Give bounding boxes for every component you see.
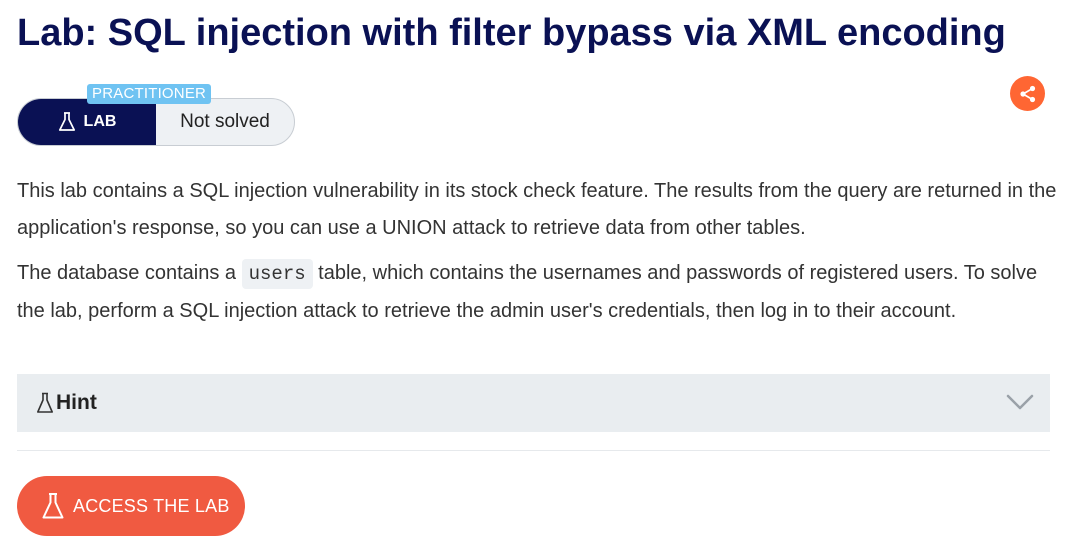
description-paragraph-1: This lab contains a SQL injection vulner… [17,180,1057,239]
description-text-before: The database contains a [17,262,242,284]
hint-accordion[interactable]: Hint [17,374,1050,432]
code-snippet: users [241,259,313,289]
page-title: Lab: SQL injection with filter bypass vi… [17,12,1006,54]
flask-icon [41,492,65,520]
difficulty-badge: PRACTITIONER [87,84,212,104]
share-button[interactable] [1010,76,1045,111]
lab-status-pill: LAB Not solved [17,98,295,146]
lab-label-segment: LAB [18,99,156,145]
lab-page: Lab: SQL injection with filter bypass vi… [0,0,1083,549]
chevron-down-icon[interactable] [1006,393,1034,416]
share-icon [1019,85,1035,102]
access-lab-label: ACCESS THE LAB [73,495,230,516]
description-paragraph-2: The database contains a users table, whi… [17,255,1057,330]
lab-label: LAB [83,113,117,130]
access-lab-button[interactable]: ACCESS THE LAB [17,476,245,536]
section-divider [17,450,1050,451]
lab-status-widget: LAB Not solved PRACTITIONER [17,84,295,146]
flask-icon [36,392,54,414]
hint-label: Hint [56,391,97,414]
flask-icon [58,112,75,131]
solved-status: Not solved [180,111,270,132]
